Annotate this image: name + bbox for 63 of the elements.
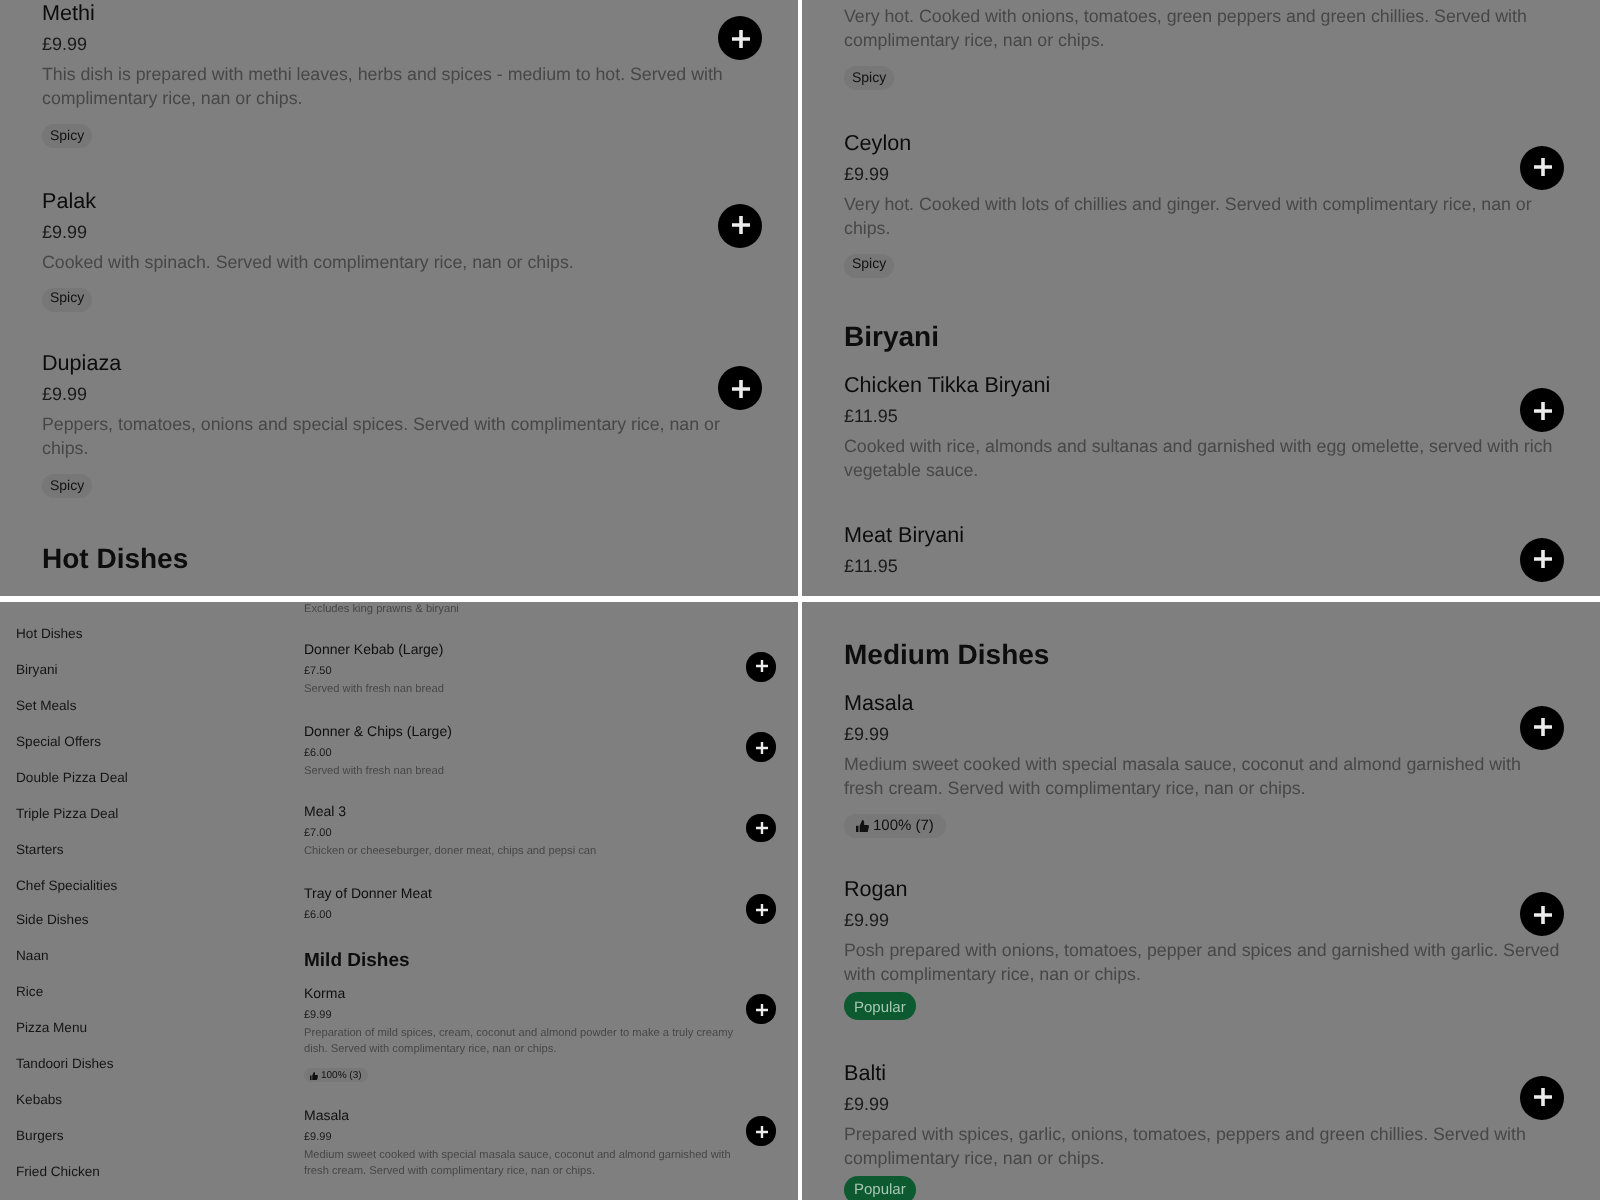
plus-icon xyxy=(1533,158,1551,176)
dish-name: Dupiaza xyxy=(42,350,122,380)
plus-icon xyxy=(731,379,749,397)
dish-name: Methi xyxy=(42,0,95,30)
add-button[interactable] xyxy=(746,732,776,763)
dish-name: Ceylon xyxy=(844,129,912,159)
plus-icon xyxy=(731,216,749,234)
add-button[interactable] xyxy=(1520,145,1564,189)
plus-icon xyxy=(755,822,768,835)
dish-description: Prepared with spices, garlic, onions, tomatoes, peppers and green chillies. Served with complimentary rice, nan or chips. xyxy=(844,1121,1528,1170)
dish-name: Rogan xyxy=(844,876,908,907)
plus-icon xyxy=(755,1125,768,1138)
plus-icon xyxy=(755,1003,768,1016)
add-button[interactable] xyxy=(746,813,776,843)
dish-description: Cooked with spinach. Served with complimentary rice, nan or chips. xyxy=(42,249,576,273)
section-heading: Biryani xyxy=(844,318,941,356)
dish-description: This dish is prepared with methi leaves, herbs and spices - medium to hot. Served with complimentary rice, nan or chips. xyxy=(42,62,725,110)
dish-price: £9.99 xyxy=(844,908,892,935)
thumbs-up-icon xyxy=(310,1071,318,1080)
dish-price: £9.99 xyxy=(844,721,892,748)
dish-description: Posh prepared with onions, tomatoes, pepper and spices and garnished with garlic. Served with complimentary rice, nan or chips. xyxy=(844,938,1562,987)
add-button[interactable] xyxy=(1520,388,1564,433)
plus-icon xyxy=(1533,550,1551,569)
add-button[interactable] xyxy=(718,366,762,410)
dish-description: Peppers, tomatoes, onions and special spices. Served with complimentary rice, nan or chips. xyxy=(42,412,722,460)
dish-price: £9.99 xyxy=(844,1091,890,1118)
dish-price: £9.99 xyxy=(42,32,90,58)
add-button[interactable] xyxy=(718,203,762,247)
section-heading: Hot Dishes xyxy=(42,539,191,577)
dish-name: Palak xyxy=(42,187,97,217)
add-button[interactable] xyxy=(1520,892,1564,937)
dish-price: £9.99 xyxy=(844,161,892,187)
thumbs-up-icon xyxy=(856,819,869,833)
add-button[interactable] xyxy=(718,16,762,60)
dish-name: Masala xyxy=(844,689,914,720)
dish-description: Very hot. Cooked with onions, tomatoes, green peppers and green chillies. Served with complimentary rice, nan or chips. xyxy=(844,4,1529,52)
add-button[interactable] xyxy=(746,652,776,682)
dish-price: £11.95 xyxy=(844,553,900,580)
plus-icon xyxy=(731,29,749,47)
dish-price: £11.95 xyxy=(844,404,900,431)
dish-name: Meat Biryani xyxy=(844,521,965,552)
dish-price: £9.99 xyxy=(42,382,90,408)
dish-description: Very hot. Cooked with lots of chillies and ginger. Served with complimentary rice, nan or chips. xyxy=(844,191,1534,239)
dish-description: Medium sweet cooked with special masala sauce, coconut and almond garnished with fresh cream. Served with complimentary rice, nan or chips. xyxy=(844,751,1523,800)
plus-icon xyxy=(1533,718,1551,737)
add-button[interactable] xyxy=(1520,705,1564,750)
add-button[interactable] xyxy=(1520,537,1564,582)
dish-price: £9.99 xyxy=(42,219,90,245)
plus-icon xyxy=(1533,401,1551,420)
plus-icon xyxy=(755,903,768,916)
dish-name: Chicken Tikka Biryani xyxy=(844,372,1051,403)
section-heading: Medium Dishes xyxy=(844,635,1052,674)
add-button[interactable] xyxy=(746,994,776,1024)
dish-description: Cooked with rice, almonds and sultanas and garnished with egg omelette, served with rich vegetable sauce. xyxy=(844,434,1555,483)
plus-icon xyxy=(1533,905,1551,924)
add-button[interactable] xyxy=(1520,1075,1564,1120)
section-heading: Mild Dishes xyxy=(304,949,412,974)
plus-icon xyxy=(755,660,768,673)
dish-name: Balti xyxy=(844,1059,889,1090)
add-button[interactable] xyxy=(746,894,776,924)
plus-icon xyxy=(755,741,768,754)
plus-icon xyxy=(1533,1088,1551,1107)
add-button[interactable] xyxy=(746,1116,776,1146)
